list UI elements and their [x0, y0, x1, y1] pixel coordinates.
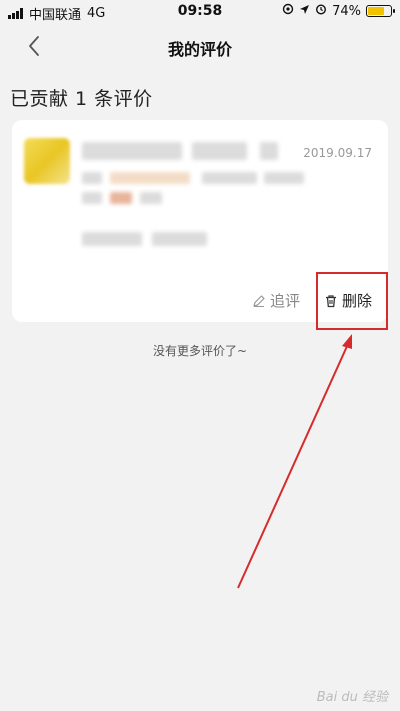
battery-fill — [368, 7, 385, 15]
end-of-list-text: 没有更多评价了~ — [152, 344, 248, 358]
blurred-rating — [82, 172, 102, 184]
battery-percent: 74% — [332, 3, 361, 19]
orientation-lock-icon — [282, 3, 294, 19]
alarm-icon — [315, 3, 327, 19]
followup-label: 追评 — [270, 292, 301, 310]
chevron-left-icon — [29, 36, 39, 56]
blurred-rating-stars — [110, 172, 190, 184]
review-date: 2019.09.17 — [303, 146, 372, 160]
status-right: 74% — [282, 3, 395, 19]
blurred-shop-name-2 — [192, 142, 247, 160]
page-title: 我的评价 — [167, 40, 232, 59]
blurred-detail-3 — [140, 192, 162, 204]
status-bar: 中国联通 4G 09:58 74% — [0, 0, 400, 24]
battery-icon — [366, 5, 395, 17]
blurred-tag-1 — [82, 232, 142, 246]
blurred-shop-name — [82, 142, 182, 160]
pencil-icon — [253, 294, 265, 307]
blurred-rating-2 — [202, 172, 257, 184]
blurred-detail-1 — [82, 192, 102, 204]
review-count-summary: 已贡献 1 条评价 — [10, 88, 153, 110]
blurred-rating-3 — [264, 172, 304, 184]
annotation-highlight-box — [316, 272, 388, 330]
blurred-shop-name-3 — [260, 142, 278, 160]
back-button[interactable] — [22, 34, 46, 58]
avatar[interactable] — [24, 138, 70, 184]
location-icon — [299, 4, 310, 19]
watermark: Bai du 经验 — [316, 690, 388, 705]
nav-bar: 我的评价 — [0, 28, 400, 64]
blurred-detail-2 — [110, 192, 132, 204]
followup-button[interactable]: 追评 — [252, 290, 300, 311]
blurred-tag-2 — [152, 232, 207, 246]
